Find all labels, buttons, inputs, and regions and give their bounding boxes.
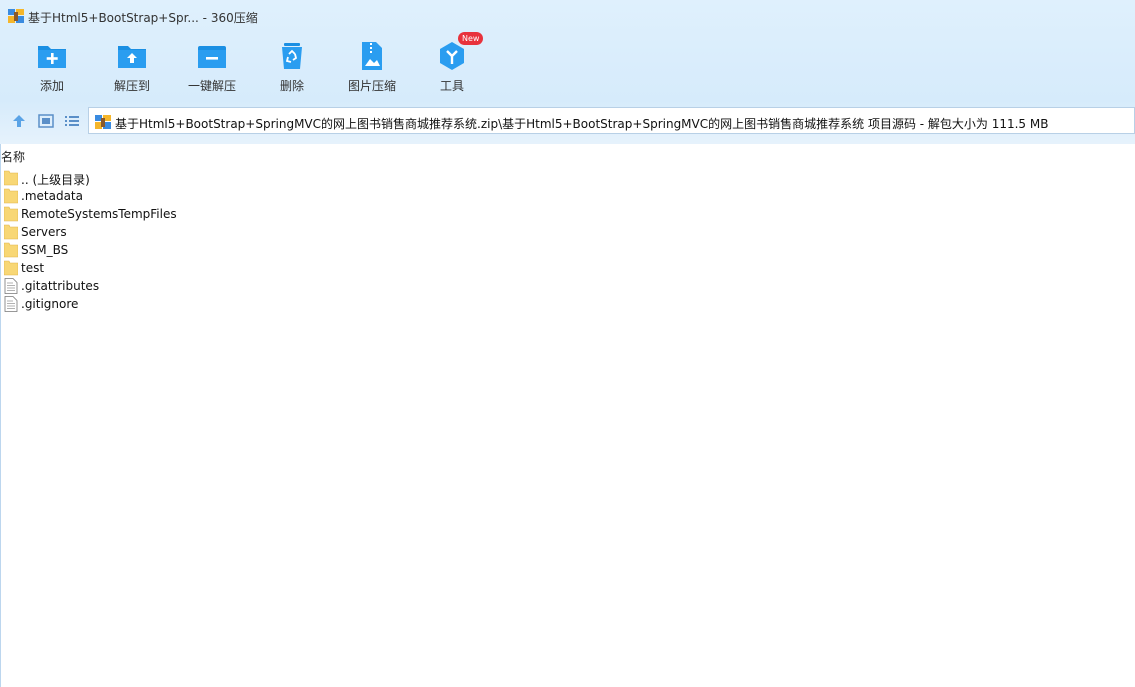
archive-logo-icon [8,9,24,23]
one-click-extract-icon [198,46,226,68]
item-name: SSM_BS [21,243,69,257]
up-arrow-icon[interactable] [10,112,28,130]
recycle-bin-icon [282,43,302,69]
item-name: .metadata [21,189,83,203]
add-button[interactable]: 添加 [20,36,84,98]
file-list: .. (上级目录) .metadata RemoteSystemsTempFil… [0,169,1135,313]
text-file-icon [4,278,18,294]
add-folder-icon [38,46,66,68]
top-area: 基于Html5+BootStrap+Spr... - 360压缩 添加 解压到 … [0,0,1135,144]
column-name-header[interactable]: 名称 [1,148,25,165]
text-file-icon [4,296,18,312]
list-item-test[interactable]: test [0,259,400,277]
toolbar: 添加 解压到 一键解压 删除 图片压缩 New 工具 [0,32,1135,98]
item-name: .. (上级目录) [21,173,90,187]
add-label: 添加 [39,79,64,93]
zip-archive-icon [95,115,111,129]
extract-to-label: 解压到 [113,79,150,93]
list-item-gitattributes[interactable]: .gitattributes [0,277,400,295]
folder-icon [4,170,18,186]
item-name: Servers [21,225,67,239]
app-window: 基于Html5+BootStrap+Spr... - 360压缩 添加 解压到 … [0,0,1135,687]
navigation-bar: 基于Html5+BootStrap+SpringMVC的网上图书销售商城推荐系统… [0,106,1135,136]
new-badge: New [458,32,484,45]
list-item-ssm-bs[interactable]: SSM_BS [0,241,400,259]
list-item-remote-systems-temp-files[interactable]: RemoteSystemsTempFiles [0,205,400,223]
item-name: .gitattributes [21,279,100,293]
image-compress-label: 图片压缩 [347,79,396,93]
item-name: .gitignore [21,297,79,311]
list-view-icon[interactable] [63,112,81,130]
folder-icon [4,206,18,222]
list-item-parent-directory[interactable]: .. (上级目录) [0,169,400,187]
tools-button[interactable]: New 工具 [420,32,484,98]
folder-icon [4,188,18,204]
item-name: test [21,261,45,275]
list-item-gitignore[interactable]: .gitignore [0,295,400,313]
list-item-metadata[interactable]: .metadata [0,187,400,205]
address-bar[interactable]: 基于Html5+BootStrap+SpringMVC的网上图书销售商城推荐系统… [88,107,1135,134]
delete-label: 删除 [279,79,304,93]
extract-to-icon [118,46,146,68]
list-item-servers[interactable]: Servers [0,223,400,241]
window-title: 基于Html5+BootStrap+Spr... - 360压缩 [28,11,258,25]
item-name: RemoteSystemsTempFiles [21,207,177,221]
tools-label: 工具 [439,79,464,93]
address-path: 基于Html5+BootStrap+SpringMVC的网上图书销售商城推荐系统… [115,117,1049,131]
delete-button[interactable]: 删除 [260,36,324,98]
image-compress-button[interactable]: 图片压缩 [340,36,404,98]
one-click-extract-button[interactable]: 一键解压 [180,36,244,98]
title-bar: 基于Html5+BootStrap+Spr... - 360压缩 [0,0,1135,34]
extract-to-button[interactable]: 解压到 [100,36,164,98]
folder-icon [4,260,18,276]
one-click-extract-label: 一键解压 [187,79,236,93]
folder-icon [4,224,18,240]
image-compress-icon [362,42,382,70]
list-header: 名称 [0,144,1135,168]
thumbnail-view-icon[interactable] [37,112,55,130]
folder-icon [4,242,18,258]
